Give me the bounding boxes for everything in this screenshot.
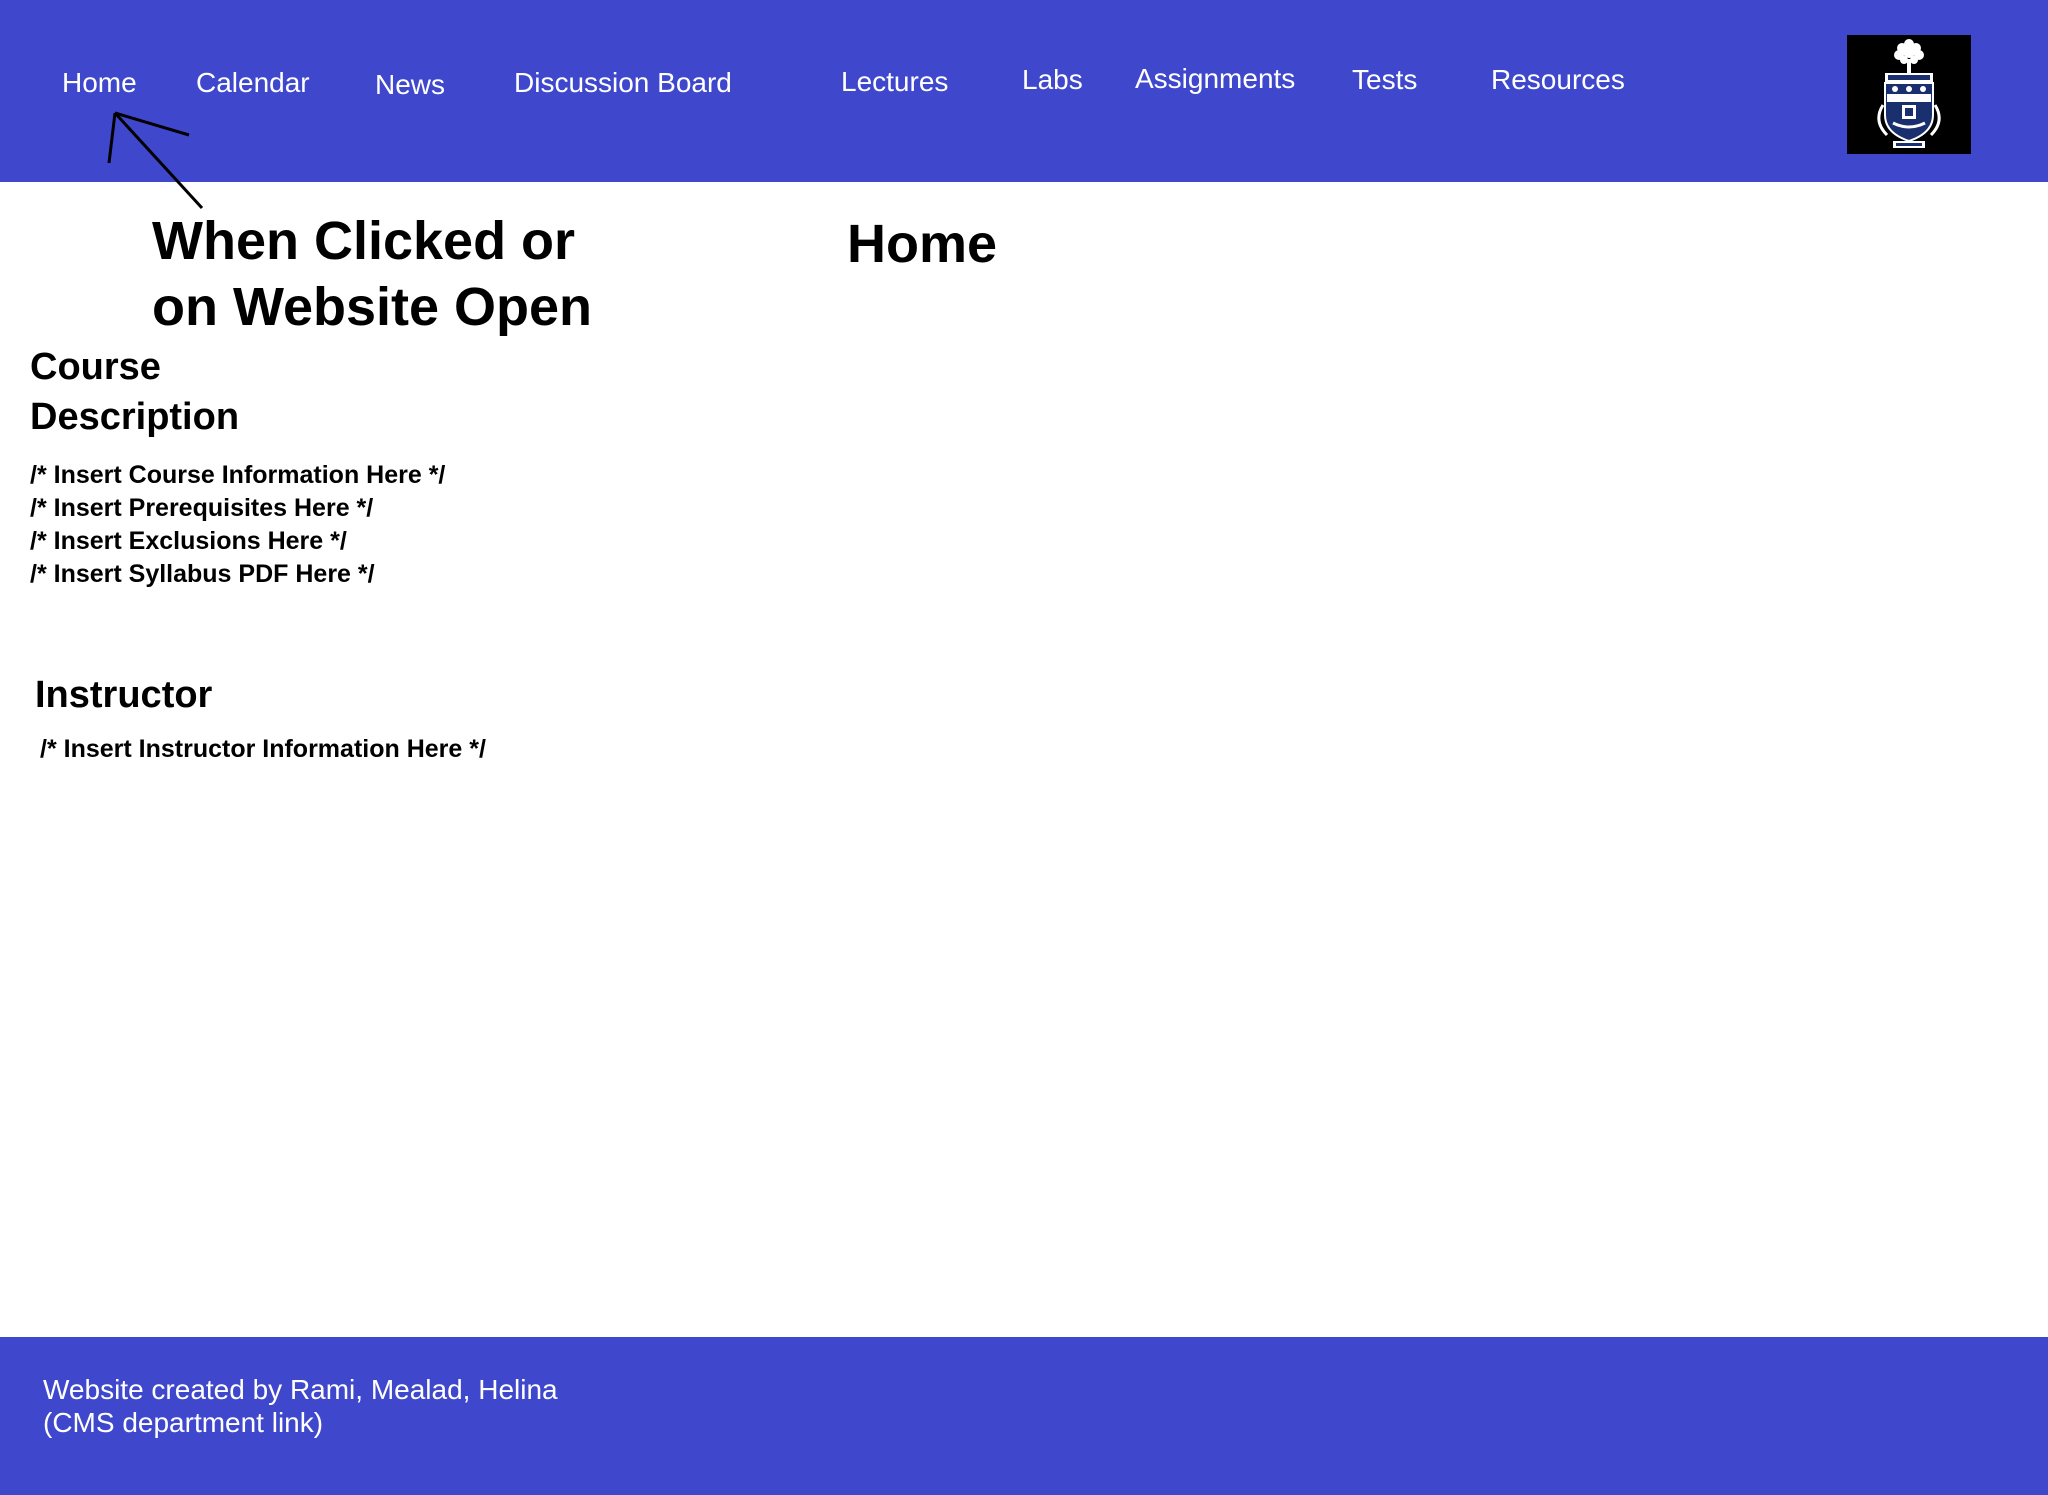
nav-resources[interactable]: Resources xyxy=(1491,63,1625,97)
nav-assignments[interactable]: Assignments xyxy=(1135,62,1295,96)
course-info-line: /* Insert Course Information Here */ xyxy=(30,461,446,489)
instructor-heading: Instructor xyxy=(35,674,213,716)
university-crest-logo[interactable] xyxy=(1847,35,1971,154)
course-description-heading: Course Description xyxy=(30,346,240,438)
footer-credit: Website created by Rami, Mealad, Helina xyxy=(43,1374,558,1405)
exclusions-line: /* Insert Exclusions Here */ xyxy=(30,527,347,555)
course-info-list: /* Insert Course Information Here */ /* … xyxy=(30,459,445,591)
nav-calendar[interactable]: Calendar xyxy=(196,66,310,100)
annotation-note: When Clicked or on Website Open xyxy=(152,211,593,337)
university-crest-icon xyxy=(1877,39,1941,148)
nav-news[interactable]: News xyxy=(375,68,445,102)
page-title: Home xyxy=(847,214,998,274)
prerequisites-line: /* Insert Prerequisites Here */ xyxy=(30,494,374,522)
instructor-info: /* Insert Instructor Information Here */ xyxy=(40,735,486,763)
nav-tests[interactable]: Tests xyxy=(1352,63,1417,97)
nav-discussion-board[interactable]: Discussion Board xyxy=(514,66,732,100)
site-footer: Website created by Rami, Mealad, Helina … xyxy=(0,1337,2048,1495)
nav-lectures[interactable]: Lectures xyxy=(841,65,948,99)
site-header: Home Calendar News Discussion Board Lect… xyxy=(0,0,2048,182)
cms-department-link[interactable]: (CMS department link) xyxy=(43,1406,323,1439)
nav-home[interactable]: Home xyxy=(62,66,137,100)
nav-labs[interactable]: Labs xyxy=(1022,63,1083,97)
syllabus-pdf-line: /* Insert Syllabus PDF Here */ xyxy=(30,560,375,588)
